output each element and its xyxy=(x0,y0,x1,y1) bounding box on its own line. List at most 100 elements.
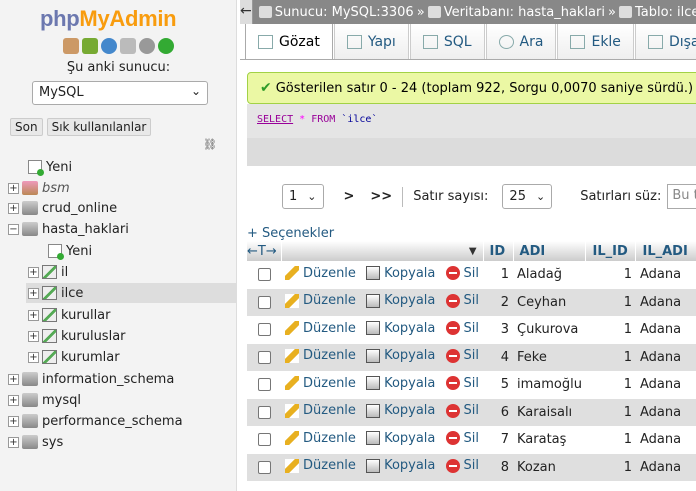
cell-id[interactable]: 5 xyxy=(483,371,514,399)
delete-row-button[interactable]: Sil xyxy=(445,321,479,336)
row-checkbox[interactable] xyxy=(257,433,271,447)
cell-id[interactable]: 2 xyxy=(483,288,514,316)
cell-il-id[interactable]: 1 xyxy=(585,371,636,399)
copy-row-button[interactable]: Kopyala xyxy=(366,431,435,446)
delete-row-button[interactable]: Sil xyxy=(445,376,479,391)
cell-adi[interactable]: Karataş xyxy=(513,426,586,454)
column-header-id[interactable]: ID xyxy=(483,241,514,261)
sort-triangle-icon[interactable]: ▼ xyxy=(281,241,484,261)
expand-icon[interactable]: + xyxy=(8,415,19,427)
breadcrumb-database[interactable]: Veritabanı: hasta_haklari xyxy=(427,5,605,20)
delete-row-button[interactable]: Sil xyxy=(445,293,479,308)
help-icon[interactable] xyxy=(101,38,117,54)
home-icon[interactable] xyxy=(63,38,79,54)
edit-row-button[interactable]: Düzenle xyxy=(285,293,356,308)
tree-item-crud-online[interactable]: + crud_online xyxy=(8,198,117,218)
edit-row-button[interactable]: Düzenle xyxy=(285,458,356,473)
cell-adi[interactable]: Karaisalı xyxy=(513,398,586,426)
recent-button[interactable]: Son xyxy=(10,118,43,136)
delete-row-button[interactable]: Sil xyxy=(445,431,479,446)
tab-sql[interactable]: SQL xyxy=(409,24,485,60)
tree-item-table-il[interactable]: + il xyxy=(28,262,68,282)
copy-row-button[interactable]: Kopyala xyxy=(366,266,435,281)
tree-item-table-kurullar[interactable]: + kurullar xyxy=(28,305,111,325)
breadcrumb-table[interactable]: Tablo: ilce xyxy=(618,5,696,20)
cell-il-adi[interactable]: Adana xyxy=(635,398,696,426)
tree-item-table-ilce[interactable]: + ilce xyxy=(26,283,236,303)
cell-il-adi[interactable]: Adana xyxy=(635,288,696,316)
cell-adi[interactable]: Çukurova xyxy=(513,316,586,344)
phpmyadmin-logo[interactable]: phpMyAdmin xyxy=(40,6,177,32)
column-header-adi[interactable]: ADI xyxy=(513,241,587,261)
cell-il-adi[interactable]: Adana xyxy=(635,343,696,371)
edit-row-button[interactable]: Düzenle xyxy=(285,348,356,363)
delete-row-button[interactable]: Sil xyxy=(445,458,479,473)
delete-row-button[interactable]: Sil xyxy=(445,403,479,418)
tab-structure[interactable]: Yapı xyxy=(333,24,409,60)
cell-id[interactable]: 3 xyxy=(483,316,514,344)
row-checkbox[interactable] xyxy=(257,295,271,309)
edit-row-button[interactable]: Düzenle xyxy=(285,403,356,418)
row-checkbox[interactable] xyxy=(257,323,271,337)
expand-icon[interactable]: + xyxy=(8,436,19,448)
tab-search[interactable]: Ara xyxy=(485,24,557,60)
expand-icon[interactable]: + xyxy=(28,351,39,363)
copy-row-button[interactable]: Kopyala xyxy=(366,458,435,473)
delete-row-button[interactable]: Sil xyxy=(445,266,479,281)
tree-item-sys[interactable]: + sys xyxy=(8,432,63,452)
cell-il-id[interactable]: 1 xyxy=(585,288,636,316)
column-resize-icon[interactable]: ←T→ xyxy=(247,241,282,261)
settings-icon[interactable] xyxy=(139,38,155,54)
cell-il-id[interactable]: 1 xyxy=(585,426,636,454)
cell-adi[interactable]: Ceyhan xyxy=(513,288,586,316)
cell-il-adi[interactable]: Adana xyxy=(635,453,696,481)
row-checkbox[interactable] xyxy=(257,268,271,282)
tree-item-mysql[interactable]: + mysql xyxy=(8,390,81,410)
row-checkbox[interactable] xyxy=(257,350,271,364)
cell-il-id[interactable]: 1 xyxy=(585,398,636,426)
tree-item-hasta-haklari[interactable]: − hasta_haklari xyxy=(8,219,129,239)
tree-item-table-kuruluslar[interactable]: + kuruluslar xyxy=(28,326,126,346)
exit-icon[interactable] xyxy=(82,38,98,54)
delete-row-button[interactable]: Sil xyxy=(445,348,479,363)
edit-row-button[interactable]: Düzenle xyxy=(285,431,356,446)
tab-browse[interactable]: Gözat xyxy=(245,24,333,60)
cell-il-adi[interactable]: Adana xyxy=(635,371,696,399)
cell-id[interactable]: 6 xyxy=(483,398,514,426)
cell-il-id[interactable]: 1 xyxy=(585,316,636,344)
link-icon[interactable]: ⛓ xyxy=(203,138,217,151)
expand-icon[interactable]: + xyxy=(8,182,19,194)
cell-il-adi[interactable]: Adana xyxy=(635,316,696,344)
expand-icon[interactable]: + xyxy=(8,202,19,214)
cell-adi[interactable]: Kozan xyxy=(513,453,586,481)
favorites-button[interactable]: Sık kullanılanlar xyxy=(46,118,152,136)
expand-icon[interactable]: + xyxy=(28,309,39,321)
server-select[interactable]: MySQL ⌄ xyxy=(32,81,208,105)
expand-icon[interactable]: + xyxy=(28,266,39,278)
options-link[interactable]: + Seçenekler xyxy=(247,226,334,241)
copy-row-button[interactable]: Kopyala xyxy=(366,348,435,363)
copy-row-button[interactable]: Kopyala xyxy=(366,293,435,308)
edit-row-button[interactable]: Düzenle xyxy=(285,266,356,281)
cell-id[interactable]: 7 xyxy=(483,426,514,454)
tree-item-table-new[interactable]: Yeni xyxy=(48,241,92,261)
page-select[interactable]: 1 ⌄ xyxy=(282,184,324,209)
cell-il-adi[interactable]: Adana xyxy=(635,261,696,289)
cell-il-id[interactable]: 1 xyxy=(585,261,636,289)
cell-il-id[interactable]: 1 xyxy=(585,343,636,371)
tree-item-table-kurumlar[interactable]: + kurumlar xyxy=(28,347,120,367)
tree-item-bsm[interactable]: + bsm xyxy=(8,178,70,198)
expand-icon[interactable]: + xyxy=(28,330,39,342)
tree-item-new[interactable]: Yeni xyxy=(28,157,72,177)
expand-icon[interactable]: + xyxy=(8,373,19,385)
filter-rows-input[interactable]: Bu tab xyxy=(667,184,696,209)
breadcrumb-server[interactable]: Sunucu: MySQL:3306 xyxy=(258,5,414,20)
edit-row-button[interactable]: Düzenle xyxy=(285,376,356,391)
reload-icon[interactable] xyxy=(158,38,174,54)
cell-adi[interactable]: Feke xyxy=(513,343,586,371)
back-arrow-icon[interactable]: ← xyxy=(240,0,253,24)
cell-il-adi[interactable]: Adana xyxy=(635,426,696,454)
cell-il-id[interactable]: 1 xyxy=(585,453,636,481)
row-checkbox[interactable] xyxy=(257,378,271,392)
collapse-icon[interactable]: − xyxy=(8,223,19,235)
